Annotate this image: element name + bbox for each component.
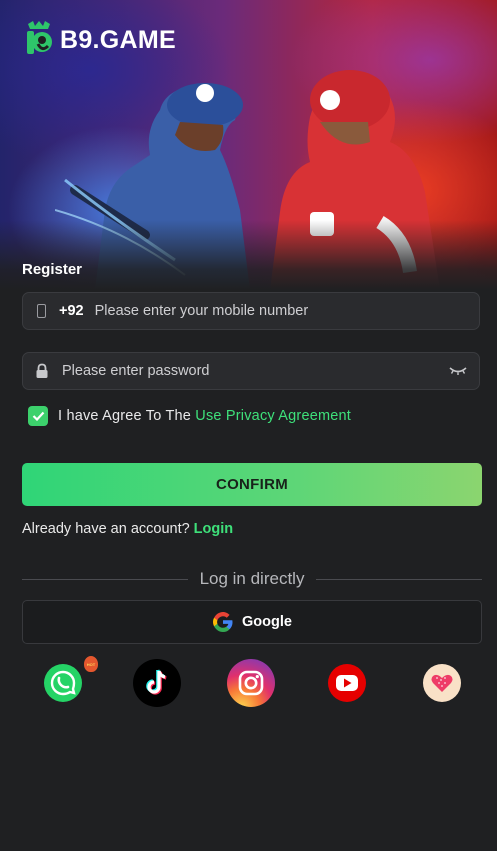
brand-name: B9.GAME	[60, 25, 177, 54]
whatsapp-login-button[interactable]: HOT	[38, 656, 98, 708]
privacy-agreement-link[interactable]: Use Privacy Agreement	[195, 408, 351, 424]
tiktok-login-button[interactable]	[132, 658, 182, 708]
divider-line-left	[22, 578, 188, 580]
tiktok-icon	[133, 659, 181, 707]
agreement-row: I have Agree To The Use Privacy Agreemen…	[28, 406, 351, 426]
password-input[interactable]	[62, 353, 449, 389]
instagram-icon	[227, 659, 275, 707]
confirm-button[interactable]: CONFIRM	[22, 463, 482, 506]
agreement-checkbox[interactable]	[28, 406, 48, 426]
eye-closed-icon[interactable]	[449, 366, 467, 376]
phone-input[interactable]	[94, 293, 479, 329]
phone-icon	[37, 304, 46, 318]
heart-app-login-button[interactable]	[417, 658, 467, 708]
lock-icon	[36, 363, 48, 378]
direct-login-label: Log in directly	[199, 569, 305, 588]
login-prompt-text: Already have an account?	[22, 521, 190, 537]
b9-logo-icon	[27, 21, 52, 54]
country-code[interactable]: +92	[59, 303, 84, 319]
google-login-button[interactable]: Google	[22, 600, 482, 644]
phone-field[interactable]: +92	[22, 292, 480, 330]
register-title: Register	[22, 261, 83, 278]
login-link[interactable]: Login	[194, 521, 233, 537]
agreement-text: I have Agree To The Use Privacy Agreemen…	[58, 408, 351, 424]
password-field[interactable]	[22, 352, 480, 390]
hero-banner: B9.GAME	[0, 0, 497, 290]
hero-fade	[0, 220, 497, 290]
heart-app-icon	[423, 664, 461, 702]
login-prompt: Already have an account? Login	[22, 521, 233, 537]
divider-line-right	[316, 578, 483, 580]
google-label: Google	[242, 614, 292, 630]
youtube-login-button[interactable]	[322, 658, 372, 708]
instagram-login-button[interactable]	[226, 658, 276, 708]
direct-login-divider: Log in directly	[22, 568, 483, 590]
check-icon	[32, 411, 44, 421]
agreement-label: I have Agree To The	[58, 408, 196, 424]
hot-badge-label: HOT	[86, 661, 96, 667]
hot-badge: HOT	[84, 656, 98, 672]
google-icon	[213, 612, 233, 632]
brand-logo: B9.GAME	[24, 20, 176, 56]
whatsapp-icon	[44, 664, 82, 702]
youtube-icon	[328, 664, 366, 702]
